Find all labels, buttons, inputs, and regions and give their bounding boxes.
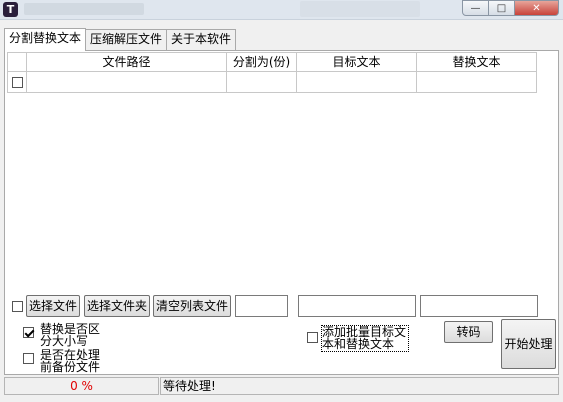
batch-replace-checkbox[interactable] <box>307 332 318 343</box>
tab-panel: 文件路径 分割为(份) 目标文本 替换文本 选择文件 选择文件夹 清空列表文件 … <box>4 50 559 375</box>
background-obscured <box>300 1 420 17</box>
tab-label: 分割替换文本 <box>9 31 82 45</box>
close-button[interactable]: ✕ <box>515 0 559 16</box>
split-parts-input[interactable] <box>235 295 288 317</box>
select-all-checkbox[interactable] <box>12 301 23 312</box>
batch-replace-label-line2: 本和替换文本 <box>322 337 395 351</box>
header-file-path[interactable]: 文件路径 <box>27 52 227 72</box>
transcode-button[interactable]: 转码 <box>444 321 493 343</box>
app-logo-icon: T <box>3 2 18 17</box>
target-text-input[interactable] <box>298 295 416 317</box>
backup-checkbox[interactable] <box>23 353 34 364</box>
tab-about[interactable]: 关于本软件 <box>166 29 237 50</box>
row-checkbox-cell[interactable] <box>7 72 27 93</box>
header-checkbox-column <box>7 52 27 72</box>
clear-list-button[interactable]: 清空列表文件 <box>153 295 231 317</box>
maximize-button[interactable]: □ <box>489 0 515 16</box>
table-header: 文件路径 分割为(份) 目标文本 替换文本 <box>7 52 537 72</box>
title-text-obscured <box>24 3 144 15</box>
cell-target-text[interactable] <box>297 72 417 93</box>
select-file-button[interactable]: 选择文件 <box>26 295 80 317</box>
maximize-icon: □ <box>496 2 507 14</box>
window-controls: — □ ✕ <box>462 0 559 16</box>
tab-label: 关于本软件 <box>171 32 232 46</box>
header-target-text[interactable]: 目标文本 <box>297 52 417 72</box>
cell-file-path[interactable] <box>27 72 227 93</box>
progress-percent: 0 % <box>4 377 159 395</box>
select-folder-button[interactable]: 选择文件夹 <box>84 295 150 317</box>
replace-text-input[interactable] <box>420 295 538 317</box>
title-bar: T — □ ✕ <box>0 0 563 20</box>
backup-label-line2: 前备份文件 <box>40 360 101 374</box>
row-checkbox[interactable] <box>11 76 23 88</box>
status-bar: 0 % 等待处理! <box>4 377 559 395</box>
header-split-parts[interactable]: 分割为(份) <box>227 52 297 72</box>
close-icon: ✕ <box>532 2 541 14</box>
status-message: 等待处理! <box>160 377 559 395</box>
minimize-icon: — <box>470 2 481 14</box>
tab-strip: 分割替换文本 压缩解压文件 关于本软件 <box>4 28 237 51</box>
cell-split-parts[interactable] <box>227 72 297 93</box>
minimize-button[interactable]: — <box>462 0 489 16</box>
tab-split-replace-text[interactable]: 分割替换文本 <box>4 28 87 51</box>
tab-compress-extract[interactable]: 压缩解压文件 <box>85 29 168 50</box>
table-row[interactable] <box>7 72 537 93</box>
header-replace-text[interactable]: 替换文本 <box>417 52 537 72</box>
batch-replace-label: 添加批量目标文 本和替换文本 <box>321 325 409 352</box>
case-sensitive-label-line2: 分大小写 <box>40 334 89 348</box>
start-process-button[interactable]: 开始处理 <box>501 319 556 369</box>
case-sensitive-checkbox[interactable] <box>23 327 34 338</box>
cell-replace-text[interactable] <box>417 72 537 93</box>
tab-label: 压缩解压文件 <box>90 32 163 46</box>
